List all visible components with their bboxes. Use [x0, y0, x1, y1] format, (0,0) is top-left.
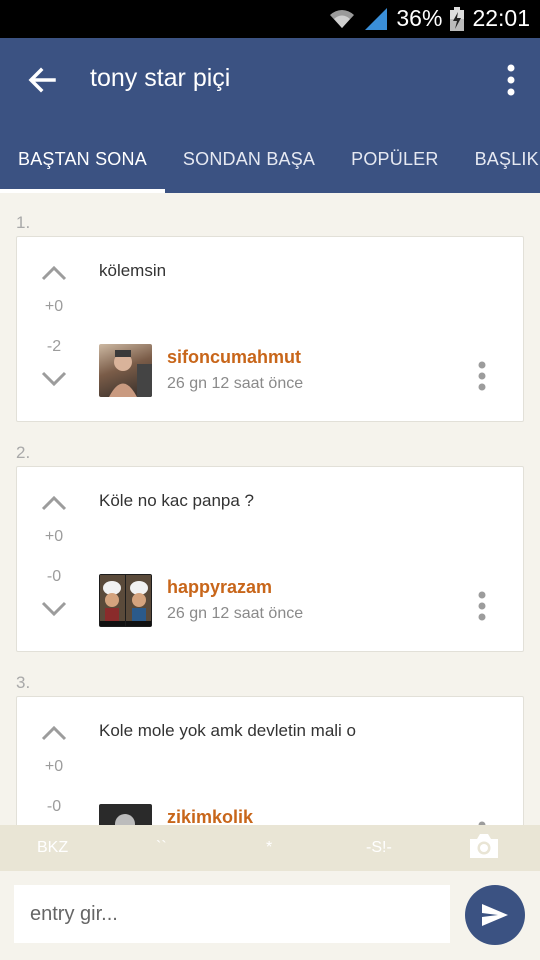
- battery-percent: 36%: [396, 5, 443, 31]
- send-button[interactable]: [465, 885, 525, 945]
- entry-text: Köle no kac panpa ?: [99, 491, 255, 510]
- avatar[interactable]: [99, 344, 152, 397]
- back-arrow-icon[interactable]: [26, 64, 58, 96]
- signal-icon: [365, 7, 388, 30]
- avatar[interactable]: [99, 804, 152, 825]
- app-bar: tony star piçi BAŞTAN SONA SONDAN BAŞA P…: [0, 38, 540, 193]
- upvote-icon[interactable]: [41, 265, 67, 281]
- entry-menu-icon[interactable]: [477, 591, 487, 621]
- tab-populer[interactable]: POPÜLER: [333, 133, 456, 193]
- sort-tabs: BAŞTAN SONA SONDAN BAŞA POPÜLER BAŞLIK S: [0, 133, 540, 193]
- author-link[interactable]: happyrazam: [167, 577, 272, 598]
- entry-card: +0 -0 Kole mole yok amk devletin mali o …: [16, 696, 524, 825]
- entry-timestamp: 26 gn 12 saat önce: [167, 605, 304, 622]
- downvote-count: -2: [46, 338, 62, 355]
- entry-text: Kole mole yok amk devletin mali o: [99, 721, 357, 740]
- bkz-button[interactable]: BKZ: [37, 839, 68, 857]
- entry-timestamp: 26 gn 12 saat önce: [167, 375, 304, 392]
- camera-icon[interactable]: [468, 832, 500, 860]
- upvote-count: +0: [44, 758, 64, 775]
- entry-number: 1.: [16, 213, 31, 232]
- asterisk-button[interactable]: *: [266, 839, 272, 857]
- downvote-icon[interactable]: [41, 371, 67, 387]
- entry-number: 3.: [16, 673, 31, 692]
- overflow-menu-icon[interactable]: [504, 62, 518, 98]
- entry-number: 2.: [16, 443, 31, 462]
- send-icon: [482, 904, 508, 926]
- entry-compose-bar: [0, 871, 540, 960]
- status-bar: 36% 22:01: [0, 0, 540, 38]
- author-link[interactable]: sifoncumahmut: [167, 347, 301, 368]
- avatar[interactable]: [99, 574, 152, 627]
- upvote-count: +0: [44, 528, 64, 545]
- battery-charging-icon: [450, 6, 465, 31]
- tab-sondan-basa[interactable]: SONDAN BAŞA: [165, 133, 333, 193]
- entry-list: 1. +0 -2 kölemsin sifoncumahmut 26 gn 12…: [0, 193, 540, 825]
- spoiler-button[interactable]: -S!-: [366, 839, 392, 857]
- upvote-icon[interactable]: [41, 495, 67, 511]
- topic-title: tony star piçi: [90, 64, 231, 92]
- tab-baslik[interactable]: BAŞLIK S: [457, 133, 540, 193]
- downvote-icon[interactable]: [41, 601, 67, 617]
- downvote-count: -0: [46, 568, 62, 585]
- upvote-icon[interactable]: [41, 725, 67, 741]
- entry-card: +0 -2 kölemsin sifoncumahmut 26 gn 12 sa…: [16, 236, 524, 422]
- entry-text: kölemsin: [99, 261, 167, 280]
- format-toolbar: BKZ `` * -S!-: [0, 825, 540, 871]
- upvote-count: +0: [44, 298, 64, 315]
- entry-menu-icon[interactable]: [477, 361, 487, 391]
- hidden-bkz-button[interactable]: ``: [156, 839, 167, 857]
- status-icons: 36% 22:01: [328, 5, 530, 32]
- entry-card: +0 -0 Köle no kac panpa ? happyrazam 26 …: [16, 466, 524, 652]
- tab-bastan-sona[interactable]: BAŞTAN SONA: [0, 133, 165, 193]
- wifi-icon: [330, 9, 355, 28]
- entry-input[interactable]: [14, 885, 450, 943]
- author-link[interactable]: zikimkolik: [167, 807, 253, 825]
- downvote-count: -0: [46, 798, 62, 815]
- clock: 22:01: [472, 5, 530, 31]
